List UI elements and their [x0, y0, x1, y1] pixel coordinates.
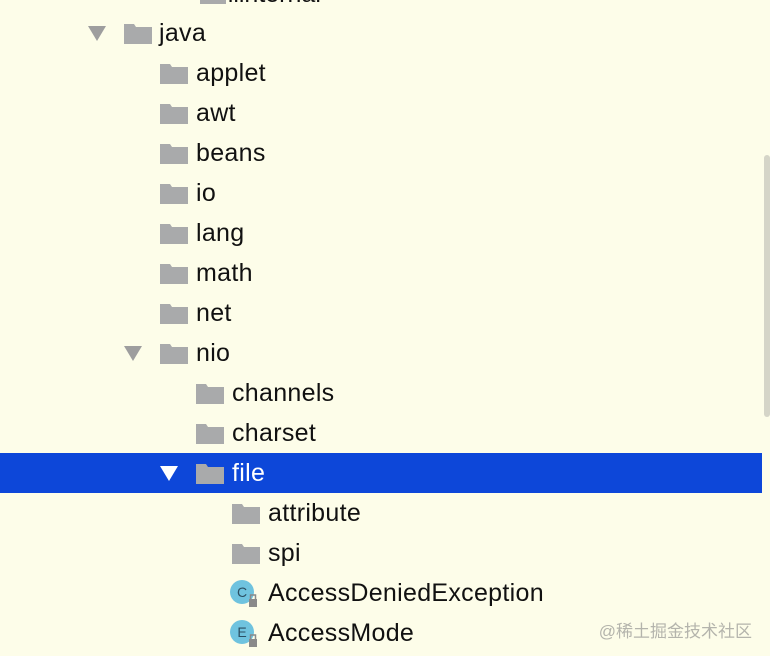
tree-item-label: io [196, 179, 217, 207]
folder-icon [159, 341, 189, 365]
tree-item-label: attribute [268, 499, 362, 527]
tree-item-label: math [196, 259, 253, 287]
tree-item-accessdeniedexception[interactable]: C AccessDeniedException [0, 573, 762, 613]
tree-item-label: AccessDeniedException [268, 579, 544, 607]
folder-icon [159, 301, 189, 325]
folder-icon [159, 221, 189, 245]
tree-item-beans[interactable]: beans [0, 133, 762, 173]
tree-item-label: spi [268, 539, 301, 567]
tree-item-attribute[interactable]: attribute [0, 493, 762, 533]
folder-icon [159, 181, 189, 205]
class-c-icon: C [228, 578, 258, 608]
folder-icon [231, 541, 261, 565]
tree-item-label: lang [196, 219, 245, 247]
tree-item-label: java [159, 19, 207, 47]
enum-e-icon: E [228, 618, 258, 648]
tree-item-file[interactable]: file [0, 453, 762, 493]
folder-icon [195, 381, 225, 405]
tree-item-label: applet [196, 59, 266, 87]
tree-item-channels[interactable]: channels [0, 373, 762, 413]
tree-item-label: AccessMode [268, 619, 415, 647]
tree-item-label: beans [196, 139, 266, 167]
folder-icon [159, 101, 189, 125]
tree-item-label: charset [232, 419, 317, 447]
triangle-down-icon[interactable] [124, 346, 142, 361]
triangle-down-icon[interactable] [160, 466, 178, 481]
svg-text:E: E [237, 624, 246, 640]
folder-icon [159, 61, 189, 85]
folder-icon [159, 261, 189, 285]
tree-item-java[interactable]: java [0, 13, 762, 53]
project-tree: xmlinternal javaappletawtbeansiolangmath… [0, 0, 770, 656]
svg-text:C: C [237, 584, 247, 600]
tree-item-awt[interactable]: awt [0, 93, 762, 133]
tree-item-math[interactable]: math [0, 253, 762, 293]
folder-icon [195, 421, 225, 445]
vertical-scrollbar[interactable] [764, 155, 770, 417]
tree-item-label: file [232, 459, 266, 487]
folder-icon [195, 461, 225, 485]
tree-item-label: awt [196, 99, 236, 127]
tree-item-label: nio [196, 339, 231, 367]
tree-item-spi[interactable]: spi [0, 533, 762, 573]
tree-item-lang[interactable]: lang [0, 213, 762, 253]
tree-item-nio[interactable]: nio [0, 333, 762, 373]
tree-item-net[interactable]: net [0, 293, 762, 333]
watermark: @稀土掘金技术社区 [598, 622, 752, 641]
tree-item-label: net [196, 299, 232, 327]
folder-icon [159, 141, 189, 165]
tree-item-applet[interactable]: applet [0, 53, 762, 93]
triangle-down-icon[interactable] [88, 26, 106, 41]
folder-icon [200, 0, 226, 4]
folder-icon [123, 21, 153, 45]
tree-item-charset[interactable]: charset [0, 413, 762, 453]
tree-item-label: channels [232, 379, 335, 407]
folder-icon [231, 501, 261, 525]
tree-item-io[interactable]: io [0, 173, 762, 213]
